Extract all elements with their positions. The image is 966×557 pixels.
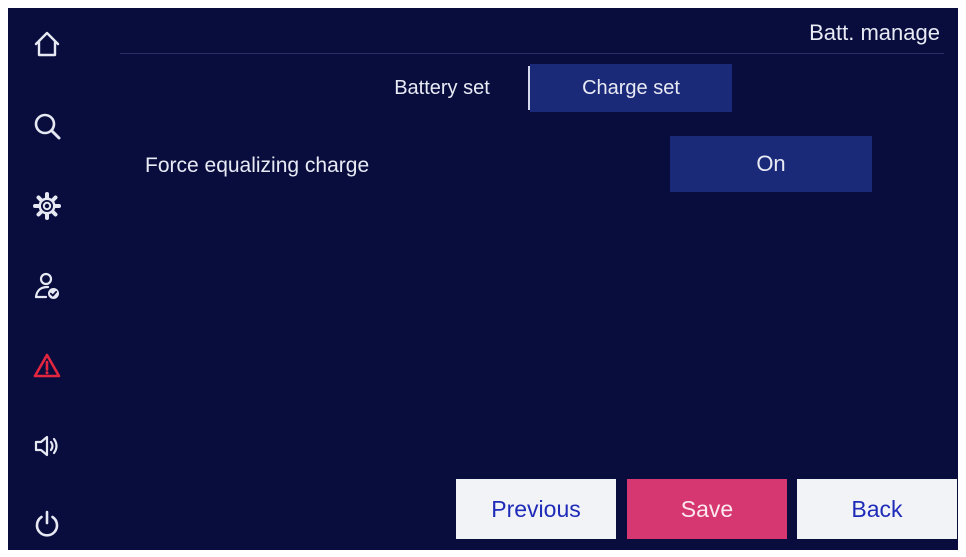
alarm-button[interactable] [27, 346, 67, 386]
settings-icon [33, 192, 61, 220]
user-check-icon [34, 272, 59, 299]
sidebar [8, 8, 94, 550]
previous-button[interactable]: Previous [456, 479, 616, 539]
search-icon [34, 113, 61, 140]
speaker-icon [34, 435, 58, 457]
home-icon [34, 31, 60, 57]
tab-charge-set[interactable]: Charge set [530, 64, 732, 112]
user-button[interactable] [27, 266, 67, 306]
back-button[interactable]: Back [797, 479, 957, 539]
force-equalizing-charge-label: Force equalizing charge [145, 154, 370, 177]
header-divider [120, 53, 944, 54]
tab-battery-set[interactable]: Battery set [356, 64, 528, 112]
sound-button[interactable] [27, 426, 67, 466]
power-icon [35, 510, 59, 537]
screen: Batt. manage Battery set Charge set Forc… [8, 8, 958, 550]
power-button[interactable] [27, 504, 67, 544]
save-button[interactable]: Save [627, 479, 787, 539]
alarm-warning-icon [33, 353, 61, 378]
page-title: Batt. manage [809, 20, 940, 45]
settings-button[interactable] [27, 186, 67, 226]
search-button[interactable] [27, 106, 67, 146]
home-button[interactable] [27, 24, 67, 64]
force-equalizing-charge-toggle[interactable]: On [670, 136, 872, 192]
